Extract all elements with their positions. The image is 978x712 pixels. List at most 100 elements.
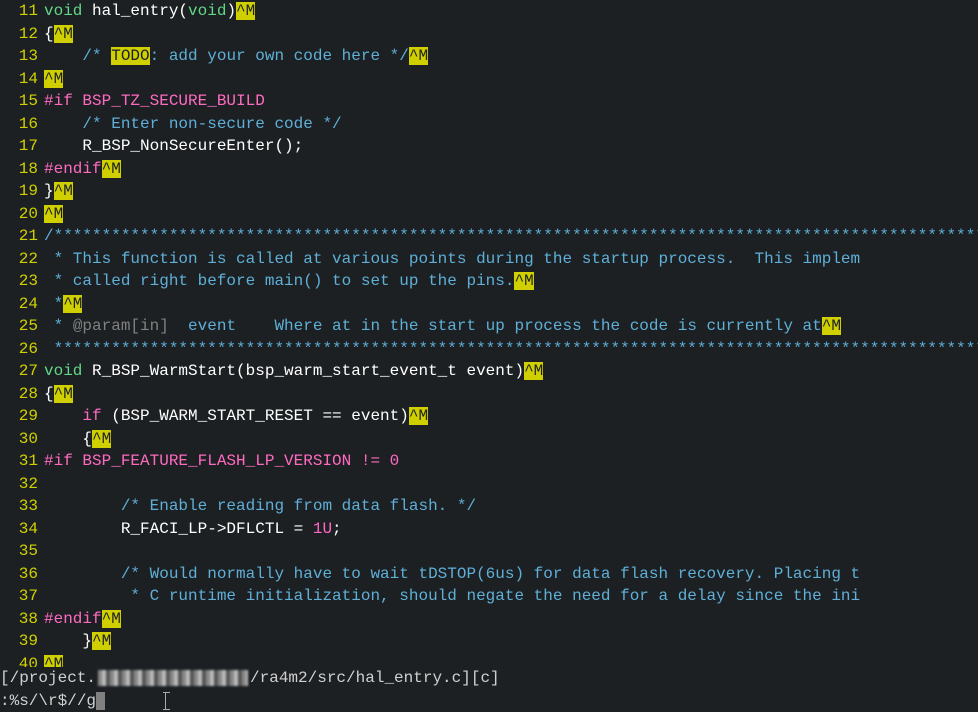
code-line[interactable]: 36 /* Would normally have to wait tDSTOP… [0, 563, 978, 586]
line-number: 14 [0, 68, 44, 91]
code-content[interactable]: R_BSP_NonSecureEnter(); [44, 135, 978, 158]
code-content[interactable]: #if BSP_TZ_SECURE_BUILD [44, 90, 978, 113]
line-number: 31 [0, 450, 44, 473]
file-path-suffix: /ra4m2/src/hal_entry.c][c] [250, 667, 500, 690]
code-content[interactable]: if (BSP_WARM_START_RESET == event)^M [44, 405, 978, 428]
line-number: 36 [0, 563, 44, 586]
line-number: 33 [0, 495, 44, 518]
code-line[interactable]: 25 * @param[in] event Where at in the st… [0, 315, 978, 338]
code-line[interactable]: 18#endif^M [0, 158, 978, 181]
code-content[interactable]: ****************************************… [44, 338, 978, 361]
code-content[interactable]: void hal_entry(void)^M [44, 0, 978, 23]
code-content[interactable]: ^M [44, 68, 978, 91]
code-content[interactable]: void R_BSP_WarmStart(bsp_warm_start_even… [44, 360, 978, 383]
code-line[interactable]: 11void hal_entry(void)^M [0, 0, 978, 23]
code-content[interactable]: R_FACI_LP->DFLCTL = 1U; [44, 518, 978, 541]
code-content[interactable]: ^M [44, 203, 978, 226]
text-cursor-icon [165, 692, 166, 710]
line-number: 39 [0, 630, 44, 653]
code-line[interactable]: 24 *^M [0, 293, 978, 316]
code-line[interactable]: 15#if BSP_TZ_SECURE_BUILD [0, 90, 978, 113]
code-content[interactable]: {^M [44, 383, 978, 406]
line-number: 19 [0, 180, 44, 203]
code-content[interactable]: * @param[in] event Where at in the start… [44, 315, 978, 338]
line-number: 13 [0, 45, 44, 68]
code-line[interactable]: 34 R_FACI_LP->DFLCTL = 1U; [0, 518, 978, 541]
code-area[interactable]: 11void hal_entry(void)^M12{^M13 /* TODO:… [0, 0, 978, 667]
code-line[interactable]: 35 [0, 540, 978, 563]
code-line[interactable]: 33 /* Enable reading from data flash. */ [0, 495, 978, 518]
code-line[interactable]: 14^M [0, 68, 978, 91]
line-number: 35 [0, 540, 44, 563]
line-number: 18 [0, 158, 44, 181]
code-content[interactable]: *^M [44, 293, 978, 316]
line-number: 15 [0, 90, 44, 113]
code-content[interactable]: /***************************************… [44, 225, 978, 248]
code-line[interactable]: 40^M [0, 653, 978, 668]
code-line[interactable]: 32 [0, 473, 978, 496]
line-number: 37 [0, 585, 44, 608]
line-number: 32 [0, 473, 44, 496]
code-line[interactable]: 22 * This function is called at various … [0, 248, 978, 271]
line-number: 40 [0, 653, 44, 668]
code-line[interactable]: 27void R_BSP_WarmStart(bsp_warm_start_ev… [0, 360, 978, 383]
code-line[interactable]: 17 R_BSP_NonSecureEnter(); [0, 135, 978, 158]
code-content[interactable]: * C runtime initialization, should negat… [44, 585, 978, 608]
code-line[interactable]: 12{^M [0, 23, 978, 46]
code-line[interactable]: 20^M [0, 203, 978, 226]
code-content[interactable]: {^M [44, 428, 978, 451]
line-number: 12 [0, 23, 44, 46]
code-line[interactable]: 13 /* TODO: add your own code here */^M [0, 45, 978, 68]
line-number: 22 [0, 248, 44, 271]
code-content[interactable] [44, 473, 978, 496]
cursor [96, 692, 105, 710]
code-content[interactable]: /* Would normally have to wait tDSTOP(6u… [44, 563, 978, 586]
code-content[interactable]: /* TODO: add your own code here */^M [44, 45, 978, 68]
line-number: 26 [0, 338, 44, 361]
code-line[interactable]: 37 * C runtime initialization, should ne… [0, 585, 978, 608]
code-content[interactable]: * called right before main() to set up t… [44, 270, 978, 293]
command-text: :%s/\r$//g [0, 690, 96, 712]
line-number: 34 [0, 518, 44, 541]
code-line[interactable]: 30 {^M [0, 428, 978, 451]
line-number: 16 [0, 113, 44, 136]
status-bar: [/project. /ra4m2/src/hal_entry.c][c] [0, 667, 978, 690]
line-number: 24 [0, 293, 44, 316]
code-content[interactable]: }^M [44, 630, 978, 653]
line-number: 25 [0, 315, 44, 338]
code-line[interactable]: 29 if (BSP_WARM_START_RESET == event)^M [0, 405, 978, 428]
code-content[interactable]: #endif^M [44, 158, 978, 181]
line-number: 30 [0, 428, 44, 451]
code-line[interactable]: 28{^M [0, 383, 978, 406]
code-line[interactable]: 23 * called right before main() to set u… [0, 270, 978, 293]
code-line[interactable]: 38#endif^M [0, 608, 978, 631]
code-content[interactable]: {^M [44, 23, 978, 46]
line-number: 29 [0, 405, 44, 428]
vim-editor[interactable]: 11void hal_entry(void)^M12{^M13 /* TODO:… [0, 0, 978, 712]
obscured-path [98, 670, 248, 686]
code-line[interactable]: 26 *************************************… [0, 338, 978, 361]
code-content[interactable]: * This function is called at various poi… [44, 248, 978, 271]
code-line[interactable]: 39 }^M [0, 630, 978, 653]
code-line[interactable]: 19}^M [0, 180, 978, 203]
command-line[interactable]: :%s/\r$//g [0, 690, 978, 712]
code-line[interactable]: 21/*************************************… [0, 225, 978, 248]
code-line[interactable]: 16 /* Enter non-secure code */ [0, 113, 978, 136]
file-path-prefix: [/project. [0, 667, 96, 690]
code-content[interactable]: #endif^M [44, 608, 978, 631]
line-number: 11 [0, 0, 44, 23]
code-content[interactable] [44, 540, 978, 563]
code-line[interactable]: 31#if BSP_FEATURE_FLASH_LP_VERSION != 0 [0, 450, 978, 473]
line-number: 38 [0, 608, 44, 631]
code-content[interactable]: }^M [44, 180, 978, 203]
line-number: 28 [0, 383, 44, 406]
code-content[interactable]: /* Enable reading from data flash. */ [44, 495, 978, 518]
line-number: 21 [0, 225, 44, 248]
code-content[interactable]: #if BSP_FEATURE_FLASH_LP_VERSION != 0 [44, 450, 978, 473]
line-number: 27 [0, 360, 44, 383]
code-content[interactable]: /* Enter non-secure code */ [44, 113, 978, 136]
line-number: 23 [0, 270, 44, 293]
code-content[interactable]: ^M [44, 653, 978, 668]
line-number: 17 [0, 135, 44, 158]
line-number: 20 [0, 203, 44, 226]
